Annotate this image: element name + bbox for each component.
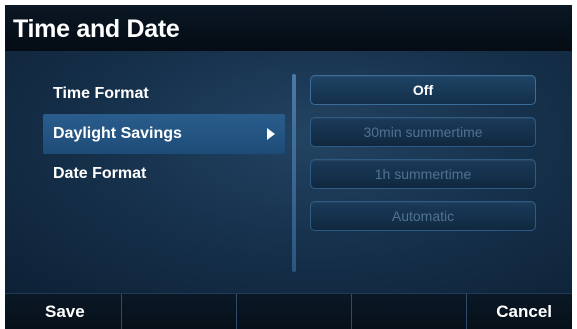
- divider: [292, 74, 296, 272]
- option-1h-summertime[interactable]: 1h summertime: [310, 159, 536, 189]
- cancel-label: Cancel: [496, 302, 552, 321]
- option-30min-summertime[interactable]: 30min summertime: [310, 117, 536, 147]
- menu-item-time-format[interactable]: Time Format: [43, 74, 285, 114]
- settings-panel: Time Format Daylight Savings Date Format…: [5, 51, 572, 293]
- softkey-bar: Save Cancel: [5, 293, 572, 329]
- title-bar: Time and Date: [5, 5, 572, 51]
- phone-screen: Time and Date Time Format Daylight Savin…: [5, 5, 572, 329]
- page-title: Time and Date: [13, 15, 180, 43]
- chevron-right-icon: [267, 128, 275, 140]
- save-label: Save: [45, 302, 85, 321]
- save-button[interactable]: Save: [5, 294, 122, 329]
- option-label: Automatic: [391, 208, 455, 224]
- option-automatic[interactable]: Automatic: [310, 201, 536, 231]
- option-label: 30min summertime: [363, 124, 483, 140]
- menu-item-date-format[interactable]: Date Format: [43, 154, 285, 194]
- menu-item-daylight-savings[interactable]: Daylight Savings: [43, 114, 285, 154]
- menu-item-label: Date Format: [53, 165, 147, 182]
- softkey-2[interactable]: [122, 294, 237, 329]
- cancel-button[interactable]: Cancel: [467, 294, 572, 329]
- softkey-4[interactable]: [352, 294, 467, 329]
- option-off[interactable]: Off: [310, 75, 536, 105]
- option-label: 1h summertime: [374, 166, 472, 182]
- option-label: Off: [412, 82, 434, 98]
- menu-item-label: Time Format: [53, 85, 149, 102]
- softkey-3[interactable]: [237, 294, 352, 329]
- menu-item-label: Daylight Savings: [53, 125, 182, 142]
